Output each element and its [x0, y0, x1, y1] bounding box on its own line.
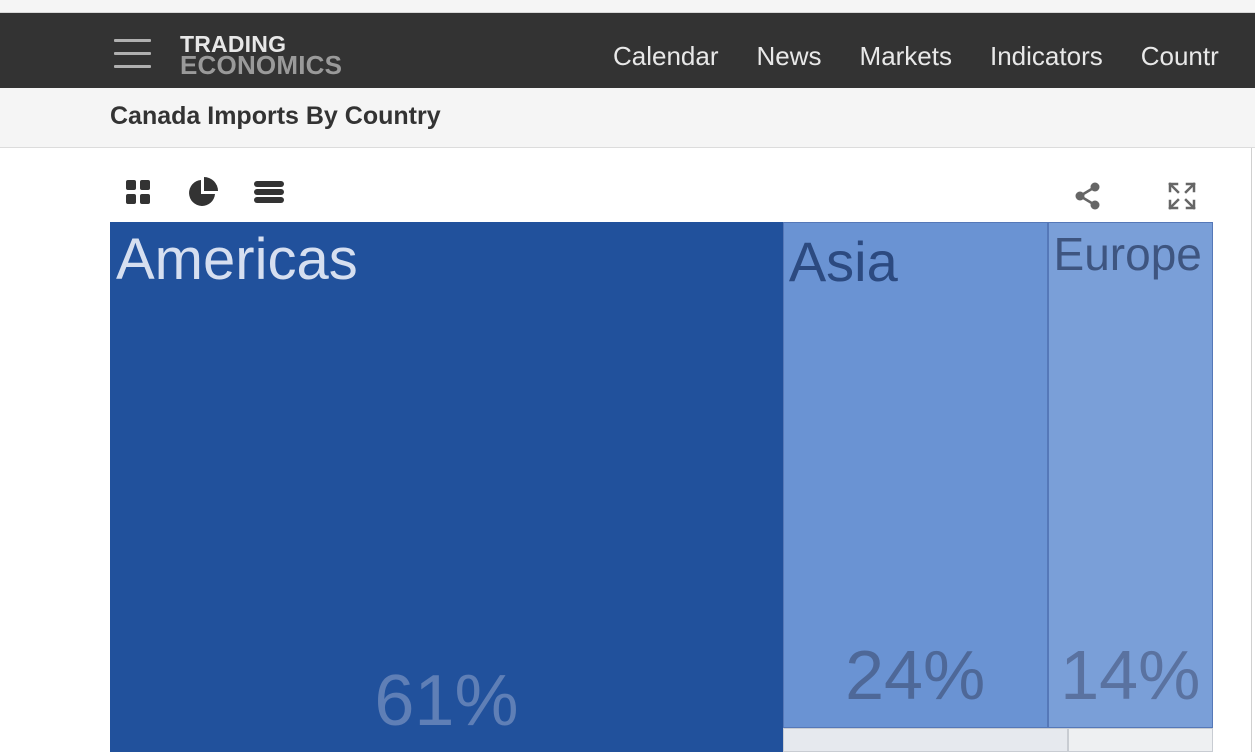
nav-markets[interactable]: Markets: [860, 13, 952, 88]
tile-percent-americas: 61%: [374, 661, 519, 741]
treemap-small-tile[interactable]: [782, 728, 1068, 752]
treemap-small-tile[interactable]: [1067, 728, 1213, 752]
page-title: Canada Imports By Country: [110, 102, 441, 130]
treemap-tile-asia[interactable]: Asia 24%: [782, 222, 1048, 728]
nav-countries[interactable]: Countr: [1141, 13, 1219, 88]
nav-indicators[interactable]: Indicators: [990, 13, 1103, 88]
tile-percent-asia: 24%: [845, 636, 986, 714]
main-nav: Calendar News Markets Indicators Countr: [613, 13, 1255, 88]
grid-icon[interactable]: [122, 176, 154, 208]
tile-label-americas: Americas: [116, 227, 358, 292]
tile-label-europe: Europe: [1053, 228, 1202, 280]
nav-calendar[interactable]: Calendar: [613, 13, 719, 88]
tile-percent-europe: 14%: [1060, 636, 1201, 714]
treemap-chart: Americas 61% Asia 24% Europe 14%: [110, 222, 1213, 752]
expand-icon[interactable]: [1166, 180, 1198, 212]
top-navbar: TRADING ECONOMICS Calendar News Markets Ind…: [0, 13, 1255, 88]
logo[interactable]: TRADING ECONOMICS: [180, 32, 360, 81]
nav-news[interactable]: News: [757, 13, 822, 88]
logo-line2: ECONOMICS: [180, 50, 343, 81]
hamburger-menu-icon[interactable]: [114, 39, 151, 69]
treemap-tile-europe[interactable]: Europe 14%: [1047, 222, 1213, 728]
list-icon[interactable]: [253, 176, 285, 208]
treemap-tile-americas[interactable]: Americas 61%: [110, 222, 783, 752]
top-strip: [0, 0, 1255, 13]
tile-label-asia: Asia: [788, 230, 898, 293]
title-bar: Canada Imports By Country: [0, 88, 1255, 148]
right-edge-border: [1251, 148, 1255, 752]
share-icon[interactable]: [1072, 180, 1104, 212]
pie-chart-icon[interactable]: [187, 176, 219, 208]
